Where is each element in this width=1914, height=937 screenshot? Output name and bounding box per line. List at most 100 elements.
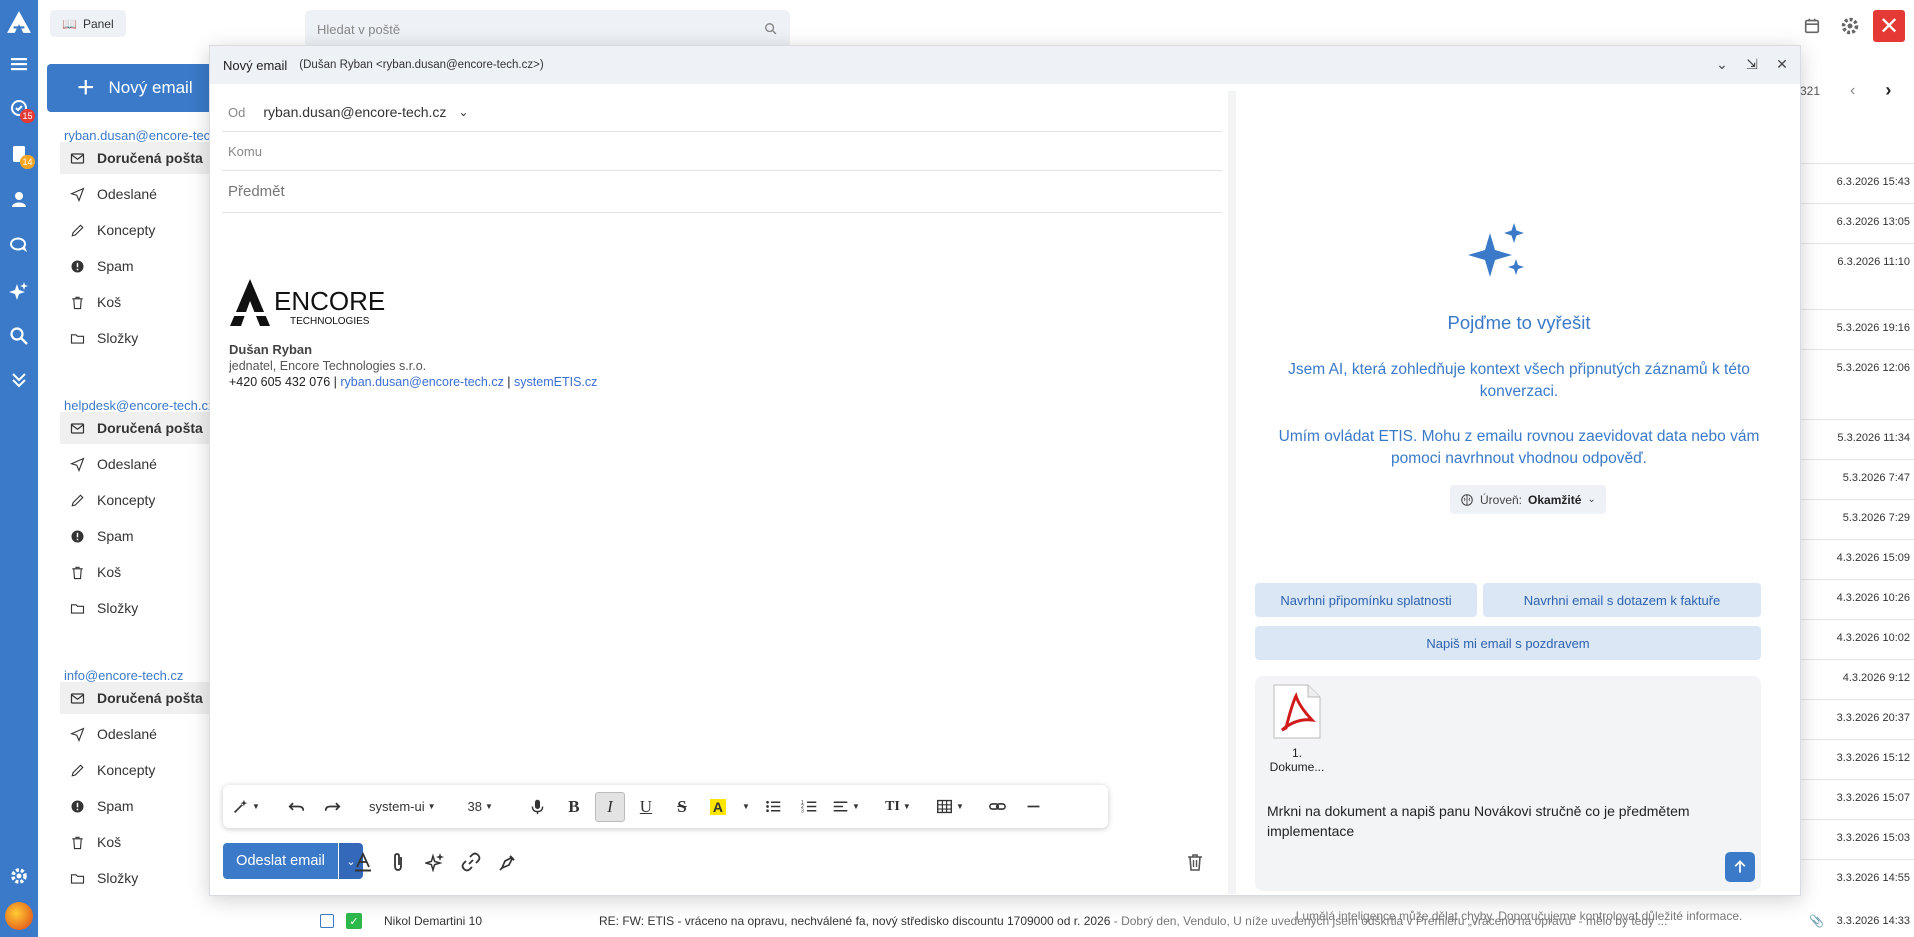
signature-name: Dušan Ryban [229,342,313,357]
subject-field[interactable]: Předmět [222,171,1222,213]
sidebar-folder-label: Odeslané [97,456,157,472]
bold-icon[interactable]: B [559,792,589,822]
paperclip-icon[interactable] [386,850,410,874]
row-date: 5.3.2026 19:16 [1836,322,1910,334]
microphone-icon[interactable] [523,792,553,822]
row-date: 3.3.2026 15:07 [1836,792,1910,804]
send-message-button[interactable] [1725,852,1755,882]
text-color-icon[interactable] [351,850,375,874]
font-size-select[interactable]: 38 ▼ [464,792,497,822]
underline-icon[interactable]: U [631,792,661,822]
chevron-right-icon[interactable]: › [1885,80,1891,101]
spam-icon [70,529,85,544]
plus-icon: + [77,71,95,104]
font-family-select[interactable]: system-ui ▼ [365,792,440,822]
undo-icon[interactable] [281,792,311,822]
tasks-icon[interactable]: 15 [0,92,38,124]
row-subject-text: RE: FW: ETIS - vráceno na opravu, nechvá… [599,914,1111,928]
account-email[interactable]: helpdesk@encore-tech.cz [64,398,215,413]
contacts-icon[interactable] [0,183,38,215]
search-icon[interactable] [0,320,38,352]
folder-icon [70,601,85,616]
calendar-icon[interactable] [1800,14,1824,38]
suggestion-chip[interactable]: Navrhni email s dotazem k faktuře [1483,583,1761,617]
trash-icon [70,295,85,310]
row-checkbox[interactable] [320,914,334,928]
app-logo-icon[interactable] [0,4,38,40]
chevron-left-icon[interactable]: ‹ [1850,82,1855,100]
search-icon [765,23,777,35]
gear-icon[interactable] [1838,14,1862,38]
chevron-down-icon: ⌄ [1587,494,1596,505]
row-date: 5.3.2026 7:29 [1842,512,1910,524]
chat-icon[interactable] [0,229,38,261]
bullet-list-icon[interactable] [759,792,789,822]
suggestion-chip[interactable]: Napiš mi email s pozdravem [1255,626,1761,660]
table-icon[interactable]: ▼ [935,792,965,822]
highlight-icon[interactable]: A [703,792,733,822]
row-divider [1797,459,1914,460]
close-icon[interactable]: ✕ [1774,55,1790,73]
send-email-button[interactable]: Odeslat email [223,843,338,879]
insert-link-icon[interactable] [459,850,483,874]
signature-email-link[interactable]: ryban.dusan@encore-tech.cz [340,375,503,389]
chat-message-text[interactable]: Mrkni na dokument a napiš panu Novákovi … [1267,801,1757,841]
close-app-icon[interactable]: ✕ [1873,10,1905,42]
from-value: ryban.dusan@encore-tech.cz [263,104,447,120]
link-icon[interactable] [983,792,1013,822]
suggestion-chip[interactable]: Navrhni připomínku splatnosti [1255,583,1477,617]
ai-sparkle-icon[interactable] [0,275,38,307]
strikethrough-icon[interactable]: S [667,792,697,822]
logo-subtext: TECHNOLOGIES [290,316,370,327]
minimize-icon[interactable]: ⌄ [1714,55,1730,73]
highlight-dropdown-icon[interactable]: ▼ [739,792,753,822]
ai-chat-input[interactable]: 1. Dokume... Mrkni na dokument a napiš p… [1255,676,1761,891]
row-date: 4.3.2026 10:02 [1836,632,1910,644]
menu-icon[interactable] [0,48,38,80]
to-field[interactable]: Komu [222,132,1222,171]
font-family-value: system-ui [369,799,425,814]
ai-level-select[interactable]: Úroveň: Okamžité ⌄ [1450,485,1606,514]
italic-icon[interactable]: I [594,791,625,822]
pen-signature-icon[interactable] [496,850,520,874]
documents-badge: 14 [20,155,35,169]
row-date: 4.3.2026 15:09 [1836,552,1910,564]
user-avatar[interactable] [5,902,33,930]
fullscreen-icon[interactable]: ⇲ [1744,55,1760,73]
settings-icon[interactable] [0,860,38,892]
logo-text: ENCORE [274,286,385,316]
numbered-list-icon[interactable]: 123 [795,792,825,822]
new-email-button[interactable]: + Nový email [47,64,227,112]
panel-button[interactable]: 📖 Panel [50,10,126,37]
row-divider [1797,539,1914,540]
sent-icon [70,726,85,742]
sidebar-folder-label: Odeslané [97,726,157,742]
expand-down-icon[interactable] [0,364,38,396]
pdf-attachment[interactable]: 1. Dokume... [1267,684,1327,774]
mail-search-input[interactable]: Hledat v poště [305,10,790,48]
trash-icon[interactable] [1183,850,1207,874]
documents-icon[interactable]: 14 [0,138,38,170]
text-size-icon[interactable]: TI ▼ [883,792,913,822]
compose-modal: Nový email (Dušan Ryban <ryban.dusan@enc… [209,45,1801,923]
spam-icon [70,799,85,814]
drafts-icon [70,493,85,508]
magic-wand-icon[interactable]: ▼ [231,792,261,822]
attachment-name: 1. Dokume... [1269,746,1325,774]
pager-count: 321 [1800,83,1821,98]
from-field[interactable]: Od ryban.dusan@encore-tech.cz ⌄ [222,93,1222,132]
read-status-icon[interactable]: ✓ [346,913,362,929]
ai-disclaimer: I umělá inteligence může dělat chyby. Do… [1295,909,1743,923]
compose-header: Nový email (Dušan Ryban <ryban.dusan@enc… [210,46,1800,84]
signature-web-link[interactable]: systemETIS.cz [514,375,597,389]
chevron-down-icon[interactable]: ⌄ [458,105,468,119]
account-email[interactable]: info@encore-tech.cz [64,668,183,683]
horizontal-rule-icon[interactable] [1019,792,1049,822]
from-label: Od [228,104,246,120]
folder-icon [70,871,85,886]
row-sender: Nikol Demartini 10 [384,914,483,928]
align-icon[interactable]: ▼ [831,792,861,822]
ai-sparkle-icon[interactable] [423,850,447,874]
redo-icon[interactable] [317,792,347,822]
panel-divider[interactable] [1228,91,1236,894]
